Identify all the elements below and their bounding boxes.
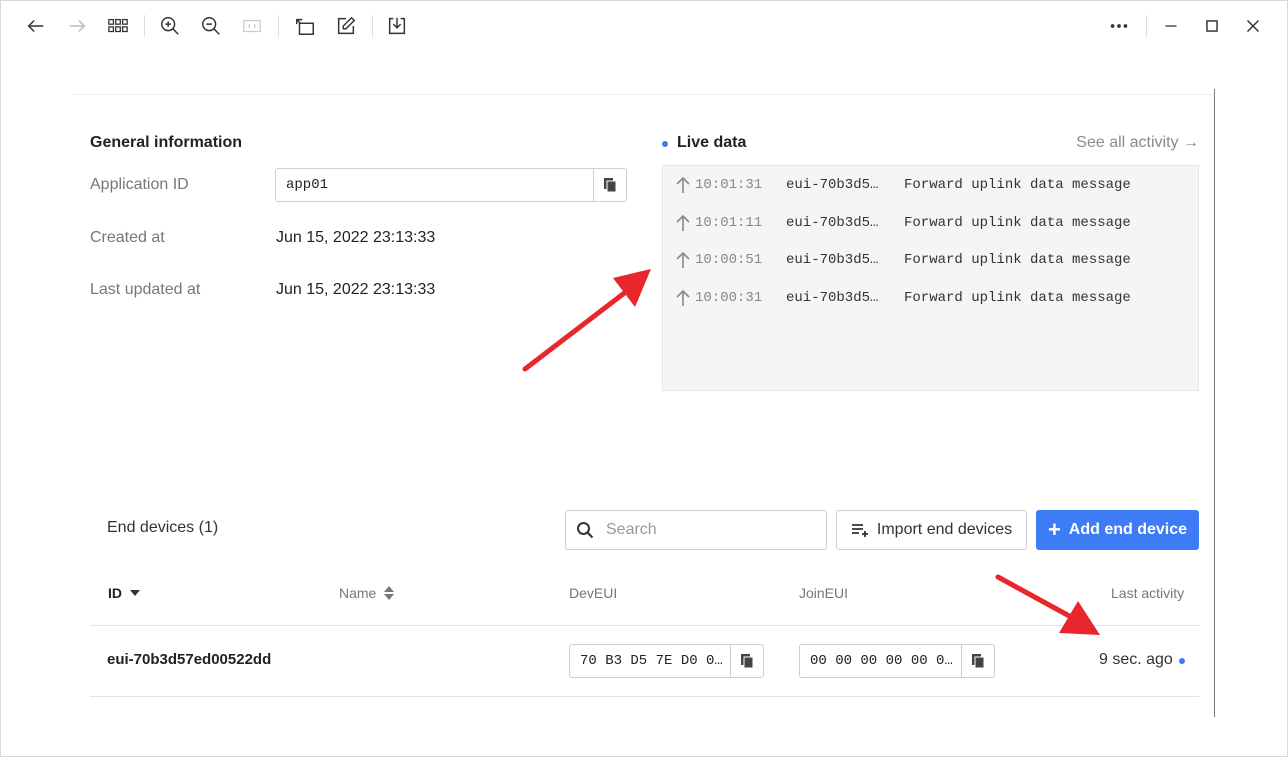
event-device: eui-70b3d5… [786,290,879,306]
import-label: Import end devices [876,521,1013,538]
app-id-field: app01 [275,168,627,202]
column-header-last-activity: Last activity [1111,585,1185,601]
annotation-arrow-live-data [522,269,651,372]
add-end-device-button[interactable]: + Add end device [1036,510,1199,550]
content-divider [73,94,1215,95]
toolbar-separator [1146,15,1147,37]
copy-app-id-button[interactable] [593,169,626,201]
forward-icon[interactable] [62,11,92,41]
toolbar [1,1,1287,53]
event-message: Forward uplink data message [904,215,1131,231]
back-icon[interactable] [21,11,51,41]
grid-icon[interactable] [103,11,133,41]
event-time: 10:00:51 [695,252,763,268]
toolbar-separator [144,15,145,37]
plus-icon: + [1047,517,1061,542]
list-add-icon [851,524,868,537]
sort-desc-icon [130,590,140,596]
close-icon[interactable] [1238,11,1268,41]
copy-icon [972,654,985,669]
sort-icon [384,586,395,600]
event-message: Forward uplink data message [904,252,1131,268]
zoom-out-icon[interactable] [196,11,226,41]
app-id-value[interactable]: app01 [276,177,593,193]
app-window: General information Application ID app01… [0,0,1288,757]
uplink-arrow-icon [675,176,695,194]
rotate-icon[interactable] [290,11,320,41]
copy-joineui-button[interactable] [961,645,994,677]
joineui-value[interactable]: 00 00 00 00 00 0… [800,653,961,669]
column-header-deveui: DevEUI [569,585,618,601]
updated-value: Jun 15, 2022 23:13:33 [276,281,436,298]
activity-indicator [1179,658,1185,664]
content-edge [1214,89,1215,717]
event-device: eui-70b3d5… [786,252,879,268]
copy-deveui-button[interactable] [730,645,763,677]
more-icon[interactable] [1104,11,1134,41]
toolbar-separator [278,15,279,37]
end-devices-title: End devices (1) [107,519,219,536]
column-header-id[interactable]: ID [108,585,140,601]
created-label: Created at [90,229,165,246]
live-event-row[interactable]: 10:01:11 eui-70b3d5… Forward uplink data… [675,213,1131,233]
live-event-row[interactable]: 10:01:31 eui-70b3d5… Forward uplink data… [675,175,1131,195]
event-time: 10:00:31 [695,290,763,306]
uplink-arrow-icon [675,214,695,232]
event-device: eui-70b3d5… [786,215,879,231]
created-value: Jun 15, 2022 23:13:33 [276,229,436,246]
copy-icon [741,654,754,669]
toolbar-separator [372,15,373,37]
event-message: Forward uplink data message [904,290,1131,306]
download-icon[interactable] [382,11,412,41]
event-time: 10:01:31 [695,177,763,193]
event-time: 10:01:11 [695,215,763,231]
device-id[interactable]: eui-70b3d57ed00522dd [107,651,271,668]
app-id-label: Application ID [90,176,189,193]
last-activity-value: 9 sec. ago [1099,651,1173,668]
joineui-field: 00 00 00 00 00 0… [799,644,995,678]
import-end-devices-button[interactable]: Import end devices [836,510,1027,550]
column-header-name[interactable]: Name [339,585,395,601]
table-divider [90,625,1199,626]
column-name-label: Name [339,585,377,601]
table-divider [90,696,1199,697]
uplink-arrow-icon [675,289,695,307]
live-indicator [662,141,668,147]
column-header-joineui: JoinEUI [799,585,849,601]
column-id-label: ID [108,585,122,601]
copy-icon [604,178,617,193]
see-all-activity-link[interactable]: See all activity → [1076,134,1199,152]
add-label: Add end device [1068,521,1188,538]
event-device: eui-70b3d5… [786,177,879,193]
edit-icon[interactable] [331,11,361,41]
live-data-title: Live data [677,134,747,151]
live-event-row[interactable]: 10:00:31 eui-70b3d5… Forward uplink data… [675,288,1131,308]
search-icon [577,522,594,539]
uplink-arrow-icon [675,251,695,269]
updated-label: Last updated at [90,281,201,298]
live-event-row[interactable]: 10:00:51 eui-70b3d5… Forward uplink data… [675,250,1131,270]
live-data-panel: 10:01:31 eui-70b3d5… Forward uplink data… [662,165,1199,391]
deveui-field: 70 B3 D5 7E D0 0… [569,644,764,678]
event-message: Forward uplink data message [904,177,1131,193]
maximize-icon[interactable] [1197,11,1227,41]
deveui-value[interactable]: 70 B3 D5 7E D0 0… [570,653,730,669]
search-field[interactable] [565,510,827,550]
fit-icon[interactable] [237,11,267,41]
annotation-arrow-last-activity [995,574,1100,635]
minimize-icon[interactable] [1156,11,1186,41]
general-info-title: General information [90,134,243,151]
search-input[interactable] [606,521,806,539]
zoom-in-icon[interactable] [155,11,185,41]
